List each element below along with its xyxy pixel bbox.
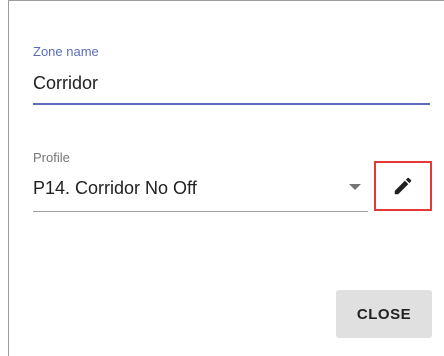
edit-profile-button[interactable]: [374, 161, 432, 211]
profile-underline: [33, 211, 368, 212]
profile-selected-value: P14. Corridor No Off: [33, 178, 197, 198]
zone-name-input[interactable]: Corridor: [33, 73, 98, 94]
zone-name-underline: [33, 103, 430, 105]
profile-label: Profile: [33, 150, 70, 165]
zone-name-label: Zone name: [33, 44, 99, 59]
dropdown-arrow-icon[interactable]: [349, 184, 361, 190]
pencil-icon: [394, 177, 412, 195]
close-button[interactable]: CLOSE: [336, 290, 432, 338]
